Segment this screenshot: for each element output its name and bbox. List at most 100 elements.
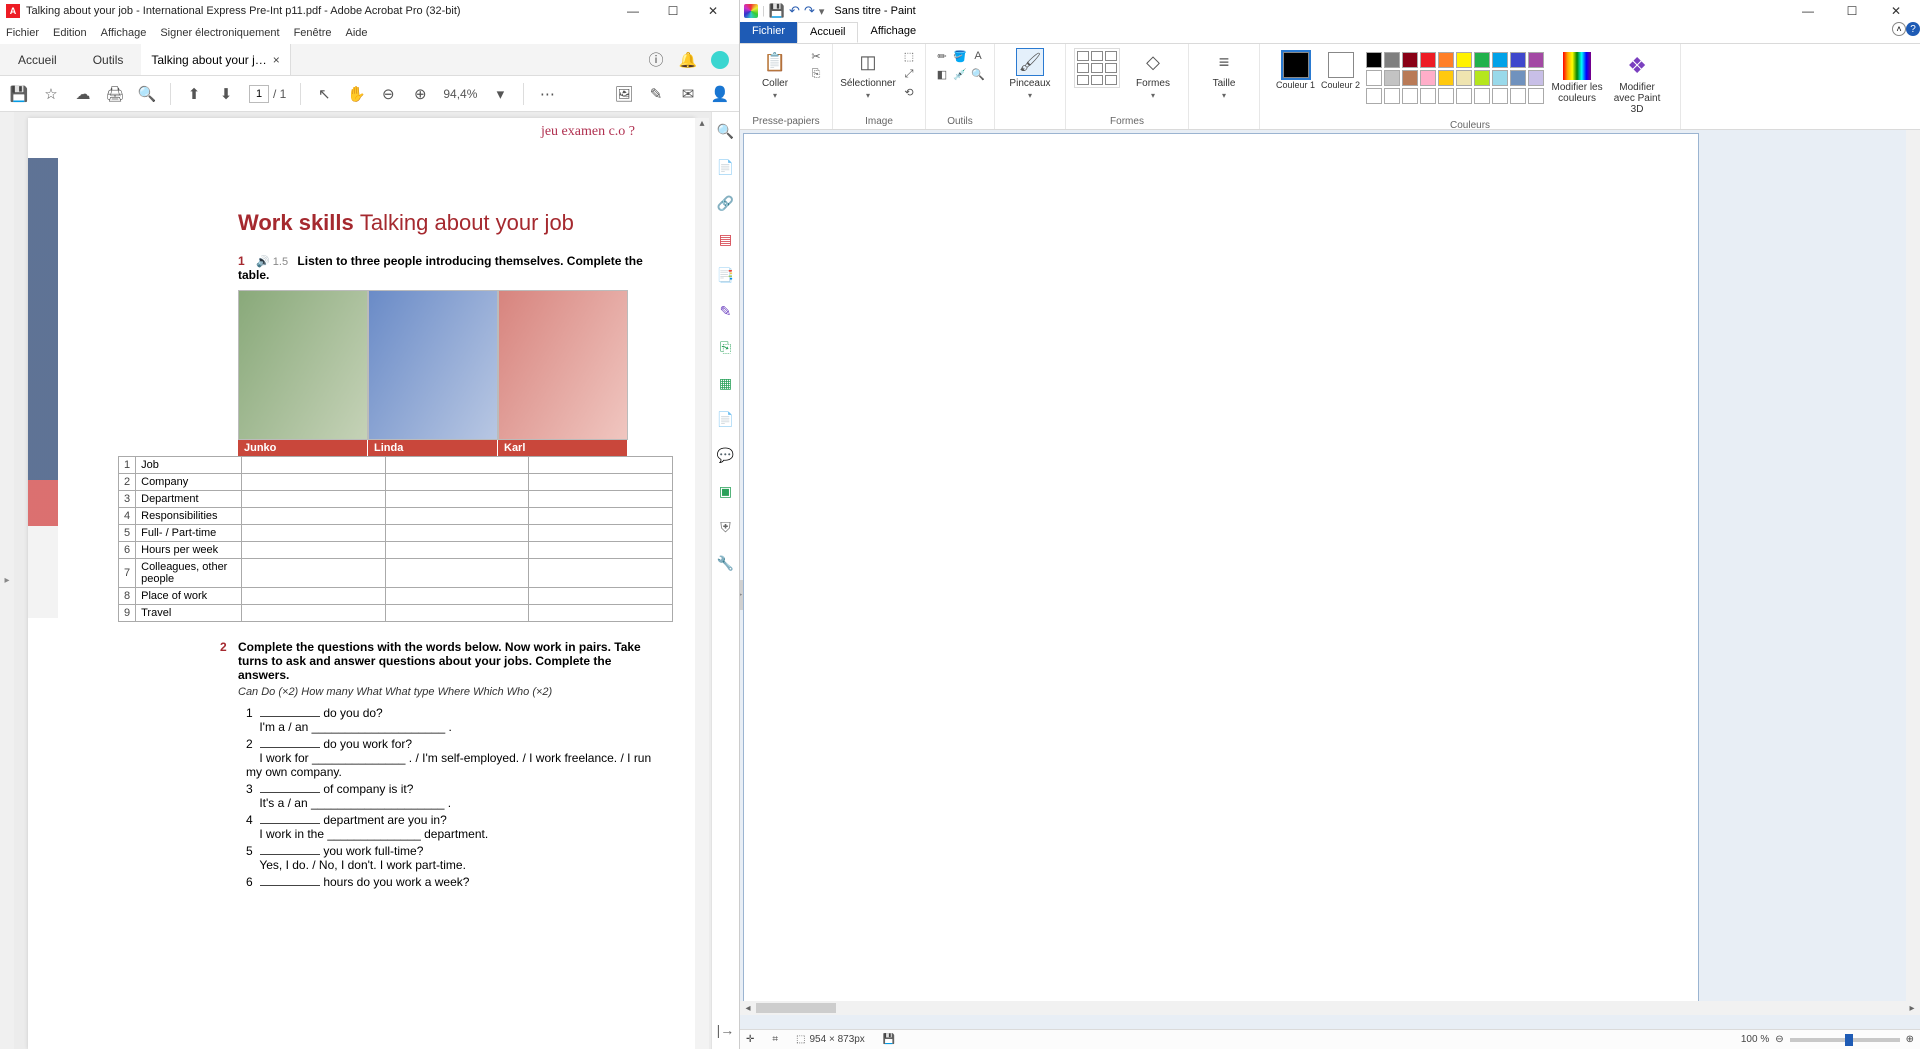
palette-swatch[interactable] <box>1402 70 1418 86</box>
search-page-icon[interactable]: 🔍 <box>717 122 735 140</box>
palette-swatch[interactable] <box>1402 52 1418 68</box>
palette-swatch[interactable] <box>1492 88 1508 104</box>
more-icon[interactable]: ⋯ <box>538 85 556 103</box>
palette-swatch[interactable] <box>1510 88 1526 104</box>
send-comments-icon[interactable]: 📄 <box>717 410 735 428</box>
palette-swatch[interactable] <box>1420 52 1436 68</box>
palette-swatch[interactable] <box>1474 52 1490 68</box>
page-down-icon[interactable]: ⬇ <box>217 85 235 103</box>
paste-button[interactable]: 📋 Coller ▾ <box>748 48 802 100</box>
size-button[interactable]: ≡ Taille ▾ <box>1197 48 1251 100</box>
palette-swatch[interactable] <box>1384 70 1400 86</box>
paint-titlebar[interactable]: | 💾 ↶ ↷ ▾ Sans titre - Paint — ☐ ✕ <box>740 0 1920 22</box>
eraser-icon[interactable]: ◧ <box>934 66 950 82</box>
save-icon[interactable]: 💾 <box>10 85 28 103</box>
comment-icon[interactable]: 💬 <box>717 446 735 464</box>
page-current-input[interactable] <box>249 85 269 103</box>
palette-swatch[interactable] <box>1384 52 1400 68</box>
vertical-scrollbar[interactable]: ▴ <box>695 118 709 1049</box>
paint-minimize-button[interactable]: — <box>1788 0 1828 22</box>
edit-pdf-icon[interactable]: ▤ <box>717 230 735 248</box>
minimize-button[interactable]: — <box>613 0 653 22</box>
paint-vscroll[interactable] <box>1906 130 1920 1001</box>
pencil-icon[interactable]: ✏ <box>934 48 950 64</box>
more-tools-icon[interactable]: 🔧 <box>717 554 735 572</box>
stamp-icon[interactable]: 🖼 <box>615 85 633 103</box>
zoom-slider[interactable] <box>1790 1038 1900 1042</box>
palette-swatch[interactable] <box>1438 70 1454 86</box>
tab-document[interactable]: Talking about your j… × <box>141 44 290 75</box>
left-grip[interactable]: ▸ <box>740 580 743 610</box>
copy-icon[interactable]: ⎘ <box>808 66 824 82</box>
print-icon[interactable]: 🖨 <box>106 85 124 103</box>
palette-swatch[interactable] <box>1474 70 1490 86</box>
cloud-icon[interactable]: ☁ <box>74 85 92 103</box>
palette-swatch[interactable] <box>1402 88 1418 104</box>
palette-swatch[interactable] <box>1366 52 1382 68</box>
protect-icon[interactable]: ⛨ <box>717 518 735 536</box>
menu-file[interactable]: Fichier <box>6 27 39 39</box>
palette-swatch[interactable] <box>1438 88 1454 104</box>
acrobat-titlebar[interactable]: A Talking about your job - International… <box>0 0 739 22</box>
brushes-button[interactable]: 🖌 Pinceaux ▾ <box>1003 48 1057 100</box>
hand-icon[interactable]: ✋ <box>347 85 365 103</box>
menu-sign[interactable]: Signer électroniquement <box>160 27 279 39</box>
palette-swatch[interactable] <box>1420 88 1436 104</box>
zoom-in-button[interactable]: ⊕ <box>1906 1034 1914 1045</box>
scan-icon[interactable]: ▣ <box>717 482 735 500</box>
palette-swatch[interactable] <box>1528 88 1544 104</box>
palette-swatch[interactable] <box>1510 52 1526 68</box>
canvas[interactable] <box>744 134 1698 1003</box>
menu-window[interactable]: Fenêtre <box>294 27 332 39</box>
collapse-pane-icon[interactable]: |→ <box>717 1021 735 1039</box>
left-panel-grip[interactable]: ▸ <box>0 112 14 1049</box>
palette-swatch[interactable] <box>1456 70 1472 86</box>
zoom-out-button[interactable]: ⊖ <box>1775 1034 1783 1045</box>
qat-undo-icon[interactable]: ↶ <box>789 3 800 19</box>
compress-icon[interactable]: ▦ <box>717 374 735 392</box>
ribbon-minimize-icon[interactable]: ˄ <box>1892 22 1906 36</box>
tab-home[interactable]: Accueil <box>0 44 75 75</box>
tab-home[interactable]: Accueil <box>797 22 858 43</box>
palette-swatch[interactable] <box>1528 52 1544 68</box>
paint-hscroll[interactable]: ◂▸ <box>740 1001 1920 1015</box>
qat-redo-icon[interactable]: ↷ <box>804 3 815 19</box>
palette-swatch[interactable] <box>1384 88 1400 104</box>
tab-close-icon[interactable]: × <box>273 53 280 67</box>
picker-icon[interactable]: 💉 <box>952 66 968 82</box>
chevron-down-icon[interactable]: ▾ <box>491 85 509 103</box>
menu-help[interactable]: Aide <box>346 27 368 39</box>
resize-icon[interactable]: ⤢ <box>901 66 917 82</box>
combine-icon[interactable]: 🔗 <box>717 194 735 212</box>
organize-icon[interactable]: ⎘ <box>717 338 735 356</box>
select-button[interactable]: ◫ Sélectionner ▾ <box>841 48 895 100</box>
color2-button[interactable]: Couleur 2 <box>1321 52 1360 90</box>
close-button[interactable]: ✕ <box>693 0 733 22</box>
palette-swatch[interactable] <box>1510 70 1526 86</box>
cut-icon[interactable]: ✂ <box>808 48 824 64</box>
text-icon[interactable]: A <box>970 48 986 64</box>
sign-icon[interactable]: ✎ <box>717 302 735 320</box>
document-viewport[interactable]: jeu examen c.o ? Work skills Talking abo… <box>14 112 739 1049</box>
palette-swatch[interactable] <box>1366 70 1382 86</box>
mail-icon[interactable]: ✉ <box>679 85 697 103</box>
palette-swatch[interactable] <box>1456 52 1472 68</box>
zoom-value[interactable]: 94,4% <box>443 87 477 101</box>
menu-edit[interactable]: Edition <box>53 27 87 39</box>
highlight-icon[interactable]: ✎ <box>647 85 665 103</box>
paint-close-button[interactable]: ✕ <box>1876 0 1916 22</box>
zoom-in-icon[interactable]: ⊕ <box>411 85 429 103</box>
account-avatar[interactable] <box>711 51 729 69</box>
share-icon[interactable]: 👤 <box>711 85 729 103</box>
zoom-out-icon[interactable]: ⊖ <box>379 85 397 103</box>
palette-swatch[interactable] <box>1528 70 1544 86</box>
palette-swatch[interactable] <box>1492 52 1508 68</box>
bell-icon[interactable]: 🔔 <box>679 51 697 69</box>
tab-tools[interactable]: Outils <box>75 44 142 75</box>
rotate-icon[interactable]: ⟲ <box>901 84 917 100</box>
palette-swatch[interactable] <box>1474 88 1490 104</box>
qat-save-icon[interactable]: 💾 <box>769 3 785 19</box>
tab-file[interactable]: Fichier <box>740 22 797 43</box>
color1-button[interactable]: Couleur 1 <box>1276 52 1315 90</box>
palette-swatch[interactable] <box>1366 88 1382 104</box>
